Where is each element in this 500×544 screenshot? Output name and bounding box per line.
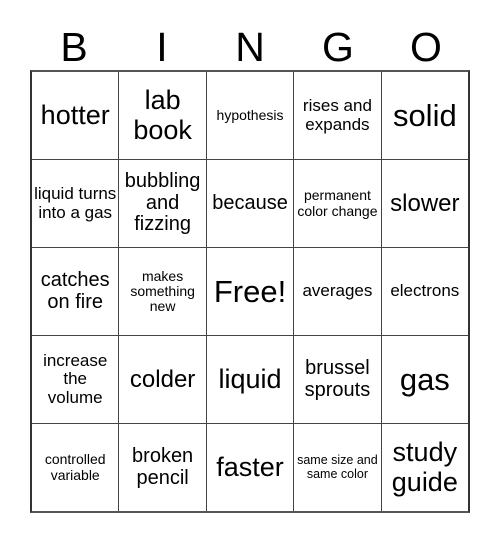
bingo-cell[interactable]: broken pencil (118, 424, 206, 511)
bingo-cell-label: controlled variable (44, 451, 106, 483)
bingo-cell[interactable]: hypothesis (205, 72, 294, 159)
bingo-cell[interactable]: electrons (380, 248, 469, 335)
bingo-row: controlled variable broken pencil faster… (32, 423, 469, 511)
bingo-cell-free-space[interactable]: Free! (205, 248, 294, 335)
bingo-cell-label: slower (390, 189, 460, 217)
bingo-cell-label: broken pencil (132, 444, 194, 489)
bingo-cell-label: hypothesis (216, 106, 284, 123)
bingo-cell[interactable]: hotter (32, 72, 119, 159)
bingo-cell-label: study guide (391, 437, 458, 497)
bingo-cell-label: lab book (133, 85, 192, 145)
bingo-grid: hotter lab book hypothesis rises and exp… (30, 70, 470, 513)
bingo-cell[interactable]: same size and same color (293, 424, 381, 511)
bingo-cell-label: averages (302, 281, 373, 301)
bingo-cell[interactable]: averages (293, 248, 381, 335)
bingo-cell[interactable]: colder (118, 336, 206, 423)
bingo-cell-label: bubbling and fizzing (124, 170, 201, 236)
bingo-cell[interactable]: controlled variable (32, 424, 119, 511)
bingo-cell[interactable]: catches on fire (32, 248, 119, 335)
bingo-row: liquid turns into a gas bubbling and fiz… (32, 159, 469, 247)
bingo-header-letter-g: G (322, 24, 354, 70)
bingo-cell[interactable]: gas (380, 336, 469, 423)
bingo-cell[interactable]: lab book (118, 72, 206, 159)
bingo-cell-label: rises and expands (302, 96, 372, 134)
bingo-cell[interactable]: study guide (380, 424, 469, 511)
bingo-header-row: B I N G O (30, 14, 470, 70)
bingo-cell[interactable]: faster (205, 424, 294, 511)
bingo-row: hotter lab book hypothesis rises and exp… (32, 72, 469, 159)
bingo-cell-label: electrons (390, 281, 460, 301)
bingo-cell-label: because (212, 191, 288, 214)
bingo-cell-label: increase the volume (43, 350, 108, 407)
bingo-cell[interactable]: solid (380, 72, 469, 159)
bingo-cell[interactable]: increase the volume (32, 336, 119, 423)
bingo-cell-label: colder (129, 365, 196, 393)
bingo-card: B I N G O hotter lab book hypothesis ris… (0, 0, 500, 544)
bingo-cell-label: catches on fire (40, 268, 110, 313)
bingo-row: catches on fire makes something new Free… (32, 247, 469, 335)
bingo-cell-label: same size and same color (297, 453, 378, 481)
bingo-cell-label: makes something new (130, 267, 195, 315)
bingo-header-letter-b: B (60, 24, 88, 70)
bingo-cell-label: hotter (40, 99, 110, 130)
bingo-header-letter-o: O (410, 24, 442, 70)
bingo-cell[interactable]: permanent color change (293, 160, 381, 247)
bingo-header-letter-i: I (156, 24, 168, 70)
bingo-cell[interactable]: liquid turns into a gas (32, 160, 119, 247)
bingo-row: increase the volume colder liquid brusse… (32, 335, 469, 423)
bingo-cell-label: permanent color change (297, 187, 378, 219)
bingo-cell-label: faster (216, 451, 284, 482)
bingo-cell-label: liquid turns into a gas (34, 184, 117, 222)
bingo-cell[interactable]: liquid (205, 336, 294, 423)
bingo-cell[interactable]: rises and expands (293, 72, 381, 159)
bingo-cell[interactable]: because (205, 160, 294, 247)
bingo-cell-label: solid (392, 97, 457, 133)
bingo-cell[interactable]: brussel sprouts (293, 336, 381, 423)
bingo-cell-label: Free! (213, 273, 287, 309)
bingo-cell-label: brussel sprouts (304, 356, 371, 401)
bingo-cell-label: gas (399, 361, 450, 397)
bingo-cell[interactable]: bubbling and fizzing (118, 160, 206, 247)
bingo-header-letter-n: N (235, 24, 265, 70)
bingo-cell[interactable]: slower (380, 160, 469, 247)
bingo-cell[interactable]: makes something new (118, 248, 206, 335)
bingo-cell-label: liquid (218, 363, 282, 394)
